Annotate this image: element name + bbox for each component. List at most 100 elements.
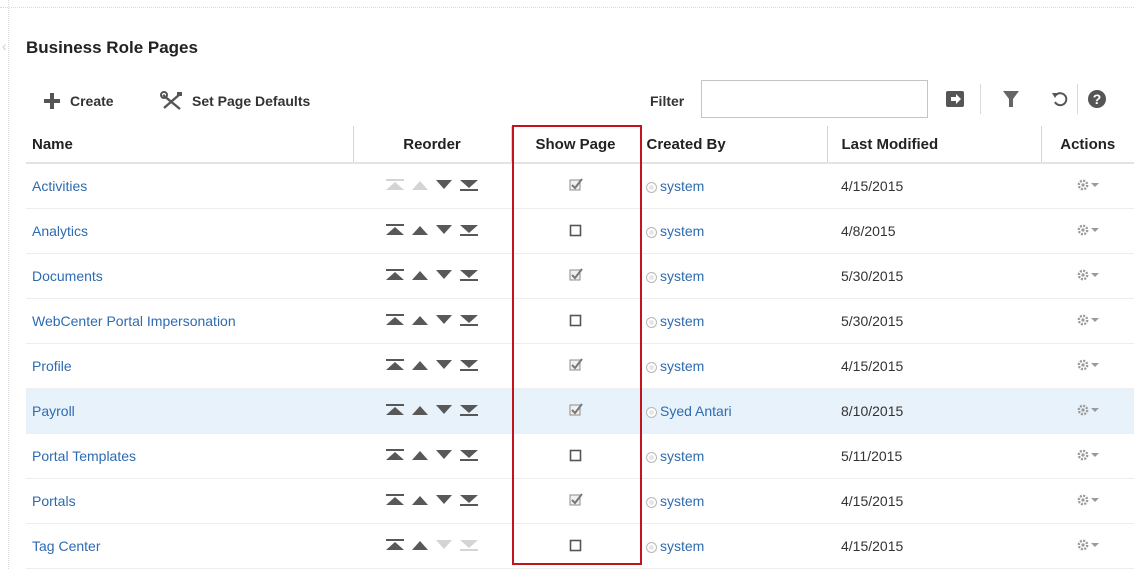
gear-icon[interactable]: [1076, 358, 1099, 372]
header-created-by[interactable]: Created By: [640, 126, 828, 164]
table-row[interactable]: Activities system 4/15/2015: [26, 163, 1134, 209]
name-cell: Tag Center: [26, 523, 353, 569]
header-show-page[interactable]: Show Page: [511, 126, 641, 164]
page-name-link[interactable]: Portals: [32, 493, 76, 509]
move-top-icon[interactable]: [385, 538, 405, 555]
creator-link[interactable]: system: [646, 538, 704, 554]
table-row[interactable]: Documents system 5/30/2015: [26, 253, 1134, 299]
move-top-icon[interactable]: [385, 358, 405, 375]
page-name-link[interactable]: Portal Templates: [32, 448, 136, 464]
checkbox-checked-icon[interactable]: [569, 177, 583, 195]
table-row[interactable]: Portal Templates system 5/11/2015: [26, 433, 1134, 479]
page-name-link[interactable]: Tag Center: [32, 538, 100, 554]
move-down-icon[interactable]: [435, 268, 453, 284]
collapse-handle-icon[interactable]: ‹: [2, 38, 7, 54]
creator-link[interactable]: system: [646, 493, 704, 509]
gear-icon[interactable]: [1076, 313, 1099, 327]
arrow-right-icon[interactable]: [942, 86, 968, 112]
move-up-icon[interactable]: [411, 358, 429, 374]
creator-link[interactable]: Syed Antari: [646, 403, 732, 419]
creator-link[interactable]: system: [646, 448, 704, 464]
creator-name: system: [660, 223, 705, 239]
move-top-icon[interactable]: [385, 223, 405, 240]
checkbox-unchecked-icon[interactable]: [569, 449, 583, 465]
move-down-icon[interactable]: [435, 178, 453, 194]
move-top-icon[interactable]: [385, 313, 405, 330]
move-down-icon[interactable]: [435, 358, 453, 374]
show-page-cell: [511, 433, 640, 479]
filter-input[interactable]: [701, 80, 928, 118]
gear-icon[interactable]: [1076, 268, 1099, 282]
svg-text:?: ?: [1093, 91, 1102, 107]
checkbox-unchecked-icon[interactable]: [569, 224, 583, 240]
name-cell: Payroll: [26, 388, 353, 434]
move-top-icon[interactable]: [385, 493, 405, 510]
move-down-icon[interactable]: [435, 403, 453, 419]
move-up-icon[interactable]: [411, 313, 429, 329]
move-up-icon[interactable]: [411, 223, 429, 239]
show-page-cell: [511, 343, 640, 389]
page-name-link[interactable]: Profile: [32, 358, 72, 374]
page-name-link[interactable]: WebCenter Portal Impersonation: [32, 313, 236, 329]
move-top-icon[interactable]: [385, 448, 405, 465]
move-bottom-icon[interactable]: [459, 493, 479, 510]
gear-icon[interactable]: [1076, 178, 1099, 192]
set-page-defaults-button[interactable]: Set Page Defaults: [160, 91, 310, 111]
page-name-link[interactable]: Analytics: [32, 223, 88, 239]
help-icon[interactable]: ?: [1084, 86, 1110, 112]
table-row[interactable]: Analytics system 4/8/2015: [26, 208, 1134, 254]
table-row[interactable]: Profile system 4/15/2015: [26, 343, 1134, 389]
move-down-icon[interactable]: [435, 313, 453, 329]
created-by-cell: Syed Antari: [640, 388, 827, 434]
move-top-icon[interactable]: [385, 268, 405, 285]
page-name-link[interactable]: Activities: [32, 178, 87, 194]
table-row[interactable]: Portals system 4/15/2015: [26, 478, 1134, 524]
header-last-modified[interactable]: Last Modified: [827, 126, 1042, 164]
move-up-icon[interactable]: [411, 268, 429, 284]
table-row[interactable]: Payroll Syed Antari 8/10/2015: [26, 388, 1134, 434]
creator-link[interactable]: system: [646, 223, 704, 239]
refresh-icon[interactable]: [1047, 86, 1073, 112]
funnel-icon[interactable]: [998, 86, 1024, 112]
checkbox-unchecked-icon[interactable]: [569, 539, 583, 555]
move-up-icon[interactable]: [411, 493, 429, 509]
toolbar-separator: [980, 84, 981, 114]
move-bottom-icon[interactable]: [459, 403, 479, 420]
create-button[interactable]: Create: [42, 91, 114, 111]
name-cell: Profile: [26, 343, 353, 389]
gear-icon[interactable]: [1076, 538, 1099, 552]
gear-icon[interactable]: [1076, 403, 1099, 417]
checkbox-checked-icon[interactable]: [569, 402, 583, 420]
move-down-icon[interactable]: [435, 223, 453, 239]
gear-icon[interactable]: [1076, 493, 1099, 507]
move-top-icon[interactable]: [385, 403, 405, 420]
move-up-icon[interactable]: [411, 538, 429, 554]
creator-link[interactable]: system: [646, 358, 704, 374]
move-up-icon[interactable]: [411, 448, 429, 464]
gear-icon[interactable]: [1076, 223, 1099, 237]
creator-link[interactable]: system: [646, 313, 704, 329]
checkbox-checked-icon[interactable]: [569, 492, 583, 510]
move-bottom-icon[interactable]: [459, 223, 479, 240]
move-bottom-icon[interactable]: [459, 448, 479, 465]
table-row[interactable]: WebCenter Portal Impersonation system 5/30…: [26, 298, 1134, 344]
name-cell: WebCenter Portal Impersonation: [26, 298, 353, 344]
creator-link[interactable]: system: [646, 268, 704, 284]
move-bottom-icon[interactable]: [459, 313, 479, 330]
move-bottom-icon[interactable]: [459, 358, 479, 375]
checkbox-checked-icon[interactable]: [569, 267, 583, 285]
table-row[interactable]: Tag Center system 4/15/2015: [26, 523, 1134, 569]
gear-icon[interactable]: [1076, 448, 1099, 462]
move-down-icon[interactable]: [435, 493, 453, 509]
move-bottom-icon[interactable]: [459, 178, 479, 195]
move-up-icon[interactable]: [411, 403, 429, 419]
move-down-icon[interactable]: [435, 448, 453, 464]
page-name-link[interactable]: Documents: [32, 268, 103, 284]
checkbox-unchecked-icon[interactable]: [569, 314, 583, 330]
reorder-cell: [353, 343, 511, 389]
move-bottom-icon[interactable]: [459, 268, 479, 285]
header-name[interactable]: Name: [26, 126, 354, 164]
page-name-link[interactable]: Payroll: [32, 403, 75, 419]
creator-link[interactable]: system: [646, 178, 704, 194]
checkbox-checked-icon[interactable]: [569, 357, 583, 375]
